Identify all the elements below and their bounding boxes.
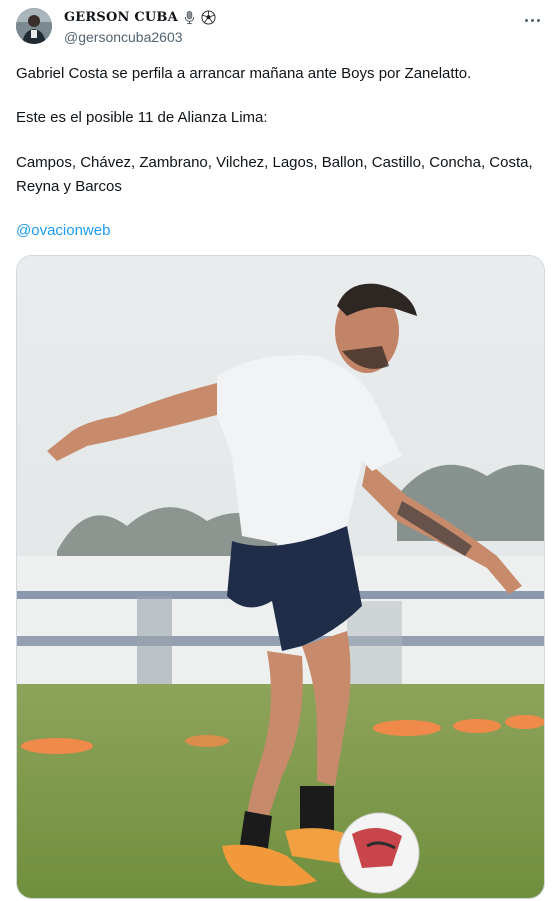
author-handle[interactable]: @gersoncuba2603: [64, 29, 183, 45]
more-dot-icon: [524, 18, 528, 22]
tweet-line: Campos, Chávez, Zambrano, Vilchez, Lagos…: [16, 154, 533, 195]
author-name-row: GERSON CUBA: [64, 10, 216, 25]
microphone-icon: [184, 11, 195, 25]
avatar[interactable]: [16, 8, 52, 44]
author-display-name[interactable]: GERSON CUBA: [64, 10, 178, 25]
more-options-button[interactable]: [520, 8, 544, 32]
soccer-ball-icon: [201, 10, 216, 25]
photo-football-player: [17, 256, 544, 898]
tweet-line: Este es el posible 11 de Alianza Lima:: [16, 109, 268, 126]
tweet-header: GERSON CUBA @gersoncuba2603: [16, 8, 546, 48]
tweet-line: Gabriel Costa se perfila a arrancar maña…: [16, 65, 472, 82]
more-dot-icon: [530, 18, 534, 22]
tweet-photo[interactable]: [16, 255, 545, 899]
more-dot-icon: [536, 18, 540, 22]
mention-link[interactable]: @ovacionweb: [16, 219, 110, 243]
